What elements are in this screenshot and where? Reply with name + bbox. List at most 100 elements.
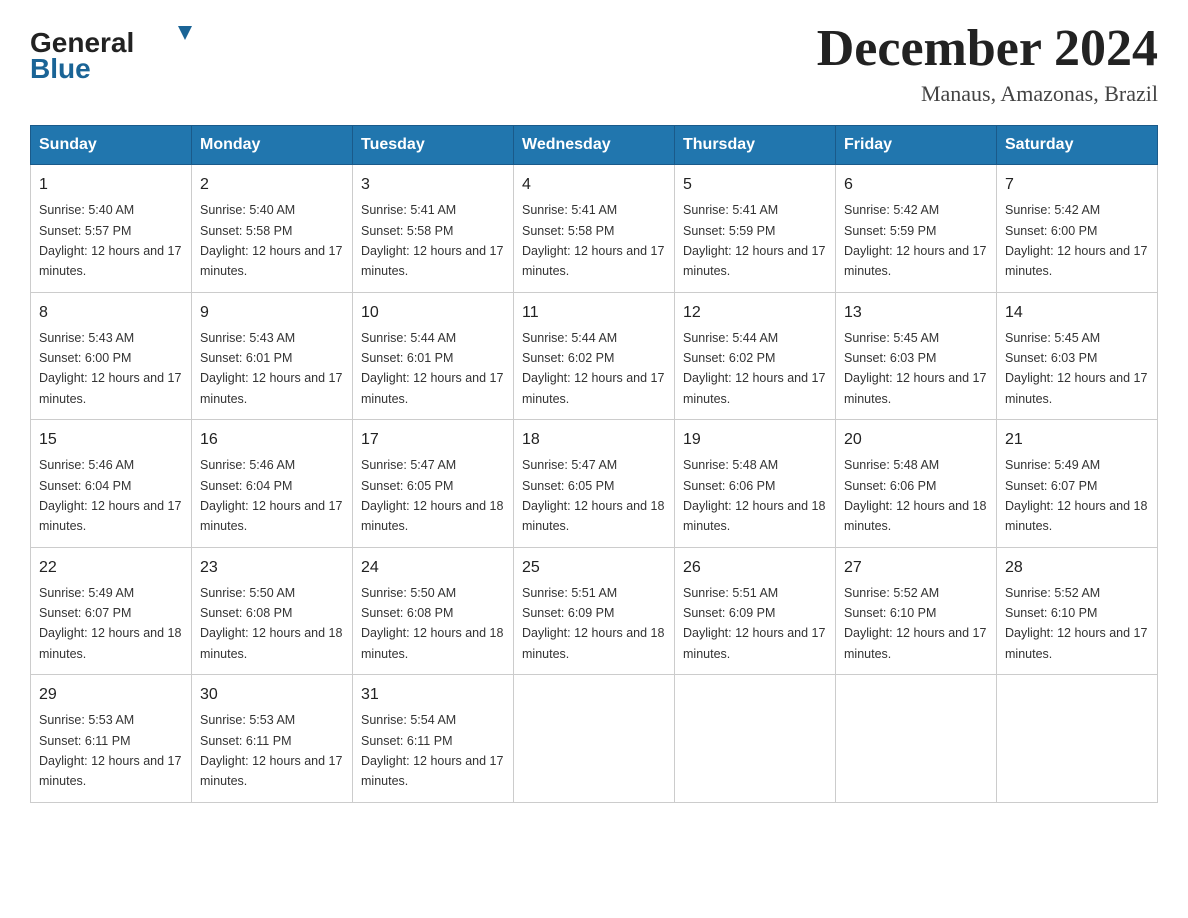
day-number: 16 bbox=[200, 428, 344, 452]
day-number: 23 bbox=[200, 556, 344, 580]
calendar-cell: 15 Sunrise: 5:46 AMSunset: 6:04 PMDaylig… bbox=[31, 420, 192, 548]
calendar-cell: 13 Sunrise: 5:45 AMSunset: 6:03 PMDaylig… bbox=[836, 292, 997, 420]
day-number: 7 bbox=[1005, 173, 1149, 197]
calendar-cell: 28 Sunrise: 5:52 AMSunset: 6:10 PMDaylig… bbox=[997, 547, 1158, 675]
day-info: Sunrise: 5:50 AMSunset: 6:08 PMDaylight:… bbox=[361, 586, 503, 661]
day-info: Sunrise: 5:41 AMSunset: 5:58 PMDaylight:… bbox=[522, 203, 664, 278]
calendar-cell: 16 Sunrise: 5:46 AMSunset: 6:04 PMDaylig… bbox=[192, 420, 353, 548]
calendar-cell: 11 Sunrise: 5:44 AMSunset: 6:02 PMDaylig… bbox=[514, 292, 675, 420]
calendar-cell: 22 Sunrise: 5:49 AMSunset: 6:07 PMDaylig… bbox=[31, 547, 192, 675]
calendar-header-row: SundayMondayTuesdayWednesdayThursdayFrid… bbox=[31, 126, 1158, 165]
calendar-header-saturday: Saturday bbox=[997, 126, 1158, 165]
calendar-table: SundayMondayTuesdayWednesdayThursdayFrid… bbox=[30, 125, 1158, 803]
calendar-cell: 23 Sunrise: 5:50 AMSunset: 6:08 PMDaylig… bbox=[192, 547, 353, 675]
day-number: 30 bbox=[200, 683, 344, 707]
day-info: Sunrise: 5:52 AMSunset: 6:10 PMDaylight:… bbox=[1005, 586, 1147, 661]
calendar-cell: 10 Sunrise: 5:44 AMSunset: 6:01 PMDaylig… bbox=[353, 292, 514, 420]
day-info: Sunrise: 5:54 AMSunset: 6:11 PMDaylight:… bbox=[361, 713, 503, 788]
day-number: 21 bbox=[1005, 428, 1149, 452]
day-info: Sunrise: 5:49 AMSunset: 6:07 PMDaylight:… bbox=[1005, 458, 1147, 533]
day-number: 28 bbox=[1005, 556, 1149, 580]
day-number: 15 bbox=[39, 428, 183, 452]
day-info: Sunrise: 5:48 AMSunset: 6:06 PMDaylight:… bbox=[683, 458, 825, 533]
calendar-header-wednesday: Wednesday bbox=[514, 126, 675, 165]
day-number: 26 bbox=[683, 556, 827, 580]
day-info: Sunrise: 5:41 AMSunset: 5:58 PMDaylight:… bbox=[361, 203, 503, 278]
day-number: 27 bbox=[844, 556, 988, 580]
day-info: Sunrise: 5:44 AMSunset: 6:01 PMDaylight:… bbox=[361, 331, 503, 406]
calendar-cell: 21 Sunrise: 5:49 AMSunset: 6:07 PMDaylig… bbox=[997, 420, 1158, 548]
day-info: Sunrise: 5:53 AMSunset: 6:11 PMDaylight:… bbox=[39, 713, 181, 788]
calendar-cell: 17 Sunrise: 5:47 AMSunset: 6:05 PMDaylig… bbox=[353, 420, 514, 548]
calendar-cell: 5 Sunrise: 5:41 AMSunset: 5:59 PMDayligh… bbox=[675, 165, 836, 293]
day-number: 8 bbox=[39, 301, 183, 325]
month-title: December 2024 bbox=[817, 20, 1158, 77]
calendar-cell: 26 Sunrise: 5:51 AMSunset: 6:09 PMDaylig… bbox=[675, 547, 836, 675]
day-info: Sunrise: 5:42 AMSunset: 5:59 PMDaylight:… bbox=[844, 203, 986, 278]
calendar-cell: 7 Sunrise: 5:42 AMSunset: 6:00 PMDayligh… bbox=[997, 165, 1158, 293]
day-info: Sunrise: 5:47 AMSunset: 6:05 PMDaylight:… bbox=[522, 458, 664, 533]
calendar-cell: 2 Sunrise: 5:40 AMSunset: 5:58 PMDayligh… bbox=[192, 165, 353, 293]
day-info: Sunrise: 5:46 AMSunset: 6:04 PMDaylight:… bbox=[200, 458, 342, 533]
calendar-header-monday: Monday bbox=[192, 126, 353, 165]
day-info: Sunrise: 5:53 AMSunset: 6:11 PMDaylight:… bbox=[200, 713, 342, 788]
day-number: 18 bbox=[522, 428, 666, 452]
calendar-cell: 30 Sunrise: 5:53 AMSunset: 6:11 PMDaylig… bbox=[192, 675, 353, 803]
calendar-cell: 20 Sunrise: 5:48 AMSunset: 6:06 PMDaylig… bbox=[836, 420, 997, 548]
calendar-cell: 18 Sunrise: 5:47 AMSunset: 6:05 PMDaylig… bbox=[514, 420, 675, 548]
calendar-header-tuesday: Tuesday bbox=[353, 126, 514, 165]
calendar-week-5: 29 Sunrise: 5:53 AMSunset: 6:11 PMDaylig… bbox=[31, 675, 1158, 803]
day-number: 31 bbox=[361, 683, 505, 707]
day-number: 19 bbox=[683, 428, 827, 452]
day-info: Sunrise: 5:44 AMSunset: 6:02 PMDaylight:… bbox=[522, 331, 664, 406]
day-info: Sunrise: 5:44 AMSunset: 6:02 PMDaylight:… bbox=[683, 331, 825, 406]
calendar-cell: 31 Sunrise: 5:54 AMSunset: 6:11 PMDaylig… bbox=[353, 675, 514, 803]
day-info: Sunrise: 5:48 AMSunset: 6:06 PMDaylight:… bbox=[844, 458, 986, 533]
day-number: 5 bbox=[683, 173, 827, 197]
day-info: Sunrise: 5:45 AMSunset: 6:03 PMDaylight:… bbox=[844, 331, 986, 406]
day-info: Sunrise: 5:41 AMSunset: 5:59 PMDaylight:… bbox=[683, 203, 825, 278]
calendar-header-sunday: Sunday bbox=[31, 126, 192, 165]
page-header: General Blue December 2024 Manaus, Amazo… bbox=[30, 20, 1158, 107]
day-number: 9 bbox=[200, 301, 344, 325]
day-number: 4 bbox=[522, 173, 666, 197]
day-info: Sunrise: 5:51 AMSunset: 6:09 PMDaylight:… bbox=[522, 586, 664, 661]
calendar-week-3: 15 Sunrise: 5:46 AMSunset: 6:04 PMDaylig… bbox=[31, 420, 1158, 548]
calendar-cell bbox=[514, 675, 675, 803]
calendar-cell: 8 Sunrise: 5:43 AMSunset: 6:00 PMDayligh… bbox=[31, 292, 192, 420]
calendar-cell bbox=[997, 675, 1158, 803]
calendar-week-4: 22 Sunrise: 5:49 AMSunset: 6:07 PMDaylig… bbox=[31, 547, 1158, 675]
calendar-cell bbox=[675, 675, 836, 803]
calendar-cell: 27 Sunrise: 5:52 AMSunset: 6:10 PMDaylig… bbox=[836, 547, 997, 675]
calendar-cell: 14 Sunrise: 5:45 AMSunset: 6:03 PMDaylig… bbox=[997, 292, 1158, 420]
day-number: 2 bbox=[200, 173, 344, 197]
day-number: 17 bbox=[361, 428, 505, 452]
logo-svg: General Blue bbox=[30, 20, 210, 85]
calendar-week-1: 1 Sunrise: 5:40 AMSunset: 5:57 PMDayligh… bbox=[31, 165, 1158, 293]
day-info: Sunrise: 5:45 AMSunset: 6:03 PMDaylight:… bbox=[1005, 331, 1147, 406]
calendar-cell: 24 Sunrise: 5:50 AMSunset: 6:08 PMDaylig… bbox=[353, 547, 514, 675]
day-number: 24 bbox=[361, 556, 505, 580]
location-subtitle: Manaus, Amazonas, Brazil bbox=[817, 81, 1158, 107]
day-number: 11 bbox=[522, 301, 666, 325]
title-block: December 2024 Manaus, Amazonas, Brazil bbox=[817, 20, 1158, 107]
day-number: 6 bbox=[844, 173, 988, 197]
calendar-cell: 1 Sunrise: 5:40 AMSunset: 5:57 PMDayligh… bbox=[31, 165, 192, 293]
day-number: 22 bbox=[39, 556, 183, 580]
day-number: 25 bbox=[522, 556, 666, 580]
day-info: Sunrise: 5:40 AMSunset: 5:57 PMDaylight:… bbox=[39, 203, 181, 278]
day-info: Sunrise: 5:52 AMSunset: 6:10 PMDaylight:… bbox=[844, 586, 986, 661]
day-info: Sunrise: 5:46 AMSunset: 6:04 PMDaylight:… bbox=[39, 458, 181, 533]
calendar-cell bbox=[836, 675, 997, 803]
calendar-cell: 25 Sunrise: 5:51 AMSunset: 6:09 PMDaylig… bbox=[514, 547, 675, 675]
calendar-cell: 29 Sunrise: 5:53 AMSunset: 6:11 PMDaylig… bbox=[31, 675, 192, 803]
day-number: 1 bbox=[39, 173, 183, 197]
day-number: 3 bbox=[361, 173, 505, 197]
day-info: Sunrise: 5:50 AMSunset: 6:08 PMDaylight:… bbox=[200, 586, 342, 661]
day-number: 13 bbox=[844, 301, 988, 325]
calendar-week-2: 8 Sunrise: 5:43 AMSunset: 6:00 PMDayligh… bbox=[31, 292, 1158, 420]
svg-text:Blue: Blue bbox=[30, 53, 91, 84]
calendar-cell: 9 Sunrise: 5:43 AMSunset: 6:01 PMDayligh… bbox=[192, 292, 353, 420]
calendar-cell: 3 Sunrise: 5:41 AMSunset: 5:58 PMDayligh… bbox=[353, 165, 514, 293]
day-info: Sunrise: 5:43 AMSunset: 6:00 PMDaylight:… bbox=[39, 331, 181, 406]
